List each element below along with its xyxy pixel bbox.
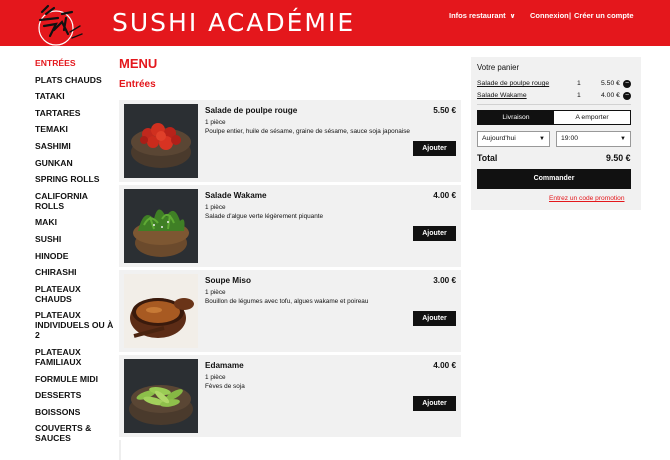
product-price: 3.00 €	[433, 276, 456, 285]
cart-line-price: 5.50 €	[601, 80, 620, 87]
page-title: MENU	[119, 56, 158, 71]
cart-line-name[interactable]: Salade Wakame	[477, 92, 527, 99]
minus-circle-icon[interactable]: −	[623, 92, 631, 100]
product-card: Soupe Miso 3.00 € 1 pièce Bouillon de lé…	[119, 270, 461, 352]
sidebar-item-desserts[interactable]: DESSERTS	[35, 390, 117, 400]
product-description: Bouillon de légumes avec tofu, algues wa…	[205, 298, 369, 305]
total-label: Total	[477, 153, 498, 163]
product-card: Salade de poulpe rouge 5.50 € 1 pièce Po…	[119, 100, 461, 182]
wakame-salad-image[interactable]	[124, 189, 198, 263]
sidebar-item-hinode[interactable]: HINODE	[35, 251, 117, 261]
chevron-down-icon: ▼	[620, 136, 626, 142]
product-quantity: 1 pièce	[205, 289, 226, 296]
sidebar-item-tartares[interactable]: TARTARES	[35, 108, 117, 118]
product-description: Salade d'algue verte légèrement piquante	[205, 213, 324, 220]
cart-title: Votre panier	[477, 63, 520, 72]
day-select-value: Aujourd'hui	[482, 135, 516, 142]
cart-line-qty: 1	[577, 80, 581, 87]
time-select-value: 19:00	[561, 135, 579, 142]
sidebar-item-entrees[interactable]: ENTRÉES	[35, 58, 117, 68]
order-button[interactable]: Commander	[477, 169, 631, 189]
sidebar-item-plateaux-individuels[interactable]: PLATEAUX INDIVIDUELS OU À 2	[35, 310, 117, 340]
product-quantity: 1 pièce	[205, 204, 226, 211]
sidebar-item-plateaux-familiaux[interactable]: PLATEAUX FAMILIAUX	[35, 347, 117, 367]
sidebar-item-sashimi[interactable]: SASHIMI	[35, 141, 117, 151]
minus-circle-icon[interactable]: −	[623, 80, 631, 88]
add-to-cart-button[interactable]: Ajouter	[413, 396, 456, 411]
category-sidebar: ENTRÉES PLATS CHAUDS TATAKI TARTARES TEM…	[35, 58, 117, 450]
sidebar-item-chirashi[interactable]: CHIRASHI	[35, 267, 117, 277]
chevron-down-icon: ▼	[539, 136, 545, 142]
product-name: Soupe Miso	[205, 276, 251, 285]
info-restaurant-menu[interactable]: Infos restaurant ∨	[449, 11, 515, 20]
cart-line-name[interactable]: Salade de poulpe rouge	[477, 80, 549, 87]
cart-panel: Votre panier Salade de poulpe rouge 1 5.…	[471, 57, 641, 210]
top-header: SUSHI ACADÉMIE Infos restaurant ∨ Connexi…	[0, 0, 670, 46]
sidebar-item-boissons[interactable]: BOISSONS	[35, 407, 117, 417]
sidebar-item-california-rolls[interactable]: CALIFORNIA ROLLS	[35, 191, 117, 211]
info-restaurant-label: Infos restaurant	[449, 11, 506, 20]
day-select[interactable]: Aujourd'hui ▼	[477, 131, 550, 147]
logo-icon[interactable]	[28, 2, 84, 46]
product-card: Edamame 4.00 € 1 pièce Fèves de soja Ajo…	[119, 355, 461, 437]
sidebar-item-temaki[interactable]: TEMAKI	[35, 124, 117, 134]
create-account-link[interactable]: Créer un compte	[574, 11, 634, 20]
sidebar-item-maki[interactable]: MAKI	[35, 217, 117, 227]
section-title: Entrées	[119, 79, 156, 90]
sidebar-item-gunkan[interactable]: GUNKAN	[35, 158, 117, 168]
add-to-cart-button[interactable]: Ajouter	[413, 226, 456, 241]
delivery-option[interactable]: Livraison	[478, 111, 554, 124]
add-to-cart-button[interactable]: Ajouter	[413, 311, 456, 326]
product-card: Salade Wakame 4.00 € 1 pièce Salade d'al…	[119, 185, 461, 267]
product-name: Salade de poulpe rouge	[205, 106, 298, 115]
add-to-cart-button[interactable]: Ajouter	[413, 141, 456, 156]
sidebar-item-tataki[interactable]: TATAKI	[35, 91, 117, 101]
cart-divider	[477, 104, 631, 105]
login-link[interactable]: Connexion	[530, 11, 569, 20]
header-separator: |	[569, 11, 572, 20]
product-quantity: 1 pièce	[205, 374, 226, 381]
total-value: 9.50 €	[606, 153, 631, 163]
chevron-down-icon: ∨	[509, 13, 516, 20]
product-name: Edamame	[205, 361, 244, 370]
edamame-image[interactable]	[124, 359, 198, 433]
sidebar-item-sushi[interactable]: SUSHI	[35, 234, 117, 244]
product-name: Salade Wakame	[205, 191, 267, 200]
sidebar-item-plats-chauds[interactable]: PLATS CHAUDS	[35, 75, 117, 85]
brand-title[interactable]: SUSHI ACADÉMIE	[112, 8, 355, 37]
sidebar-item-formule-midi[interactable]: FORMULE MIDI	[35, 374, 117, 384]
order-mode-toggle: Livraison A emporter	[477, 110, 631, 125]
takeaway-option[interactable]: A emporter	[554, 111, 630, 124]
content-divider	[119, 440, 121, 460]
product-description: Fèves de soja	[205, 383, 245, 390]
sidebar-item-spring-rolls[interactable]: SPRING ROLLS	[35, 174, 117, 184]
product-price: 5.50 €	[433, 106, 456, 115]
octopus-salad-image[interactable]	[124, 104, 198, 178]
sidebar-item-couverts-sauces[interactable]: COUVERTS & SAUCES	[35, 423, 117, 443]
product-description: Poulpe entier, huile de sésame, graine d…	[205, 128, 410, 135]
time-select[interactable]: 19:00 ▼	[556, 131, 631, 147]
miso-soup-image[interactable]	[124, 274, 198, 348]
product-price: 4.00 €	[433, 191, 456, 200]
product-price: 4.00 €	[433, 361, 456, 370]
cart-line-qty: 1	[577, 92, 581, 99]
sidebar-item-plateaux-chauds[interactable]: PLATEAUX CHAUDS	[35, 284, 117, 304]
product-quantity: 1 pièce	[205, 119, 226, 126]
promo-code-link[interactable]: Entrez un code promotion	[549, 195, 625, 202]
cart-line-price: 4.00 €	[601, 92, 620, 99]
